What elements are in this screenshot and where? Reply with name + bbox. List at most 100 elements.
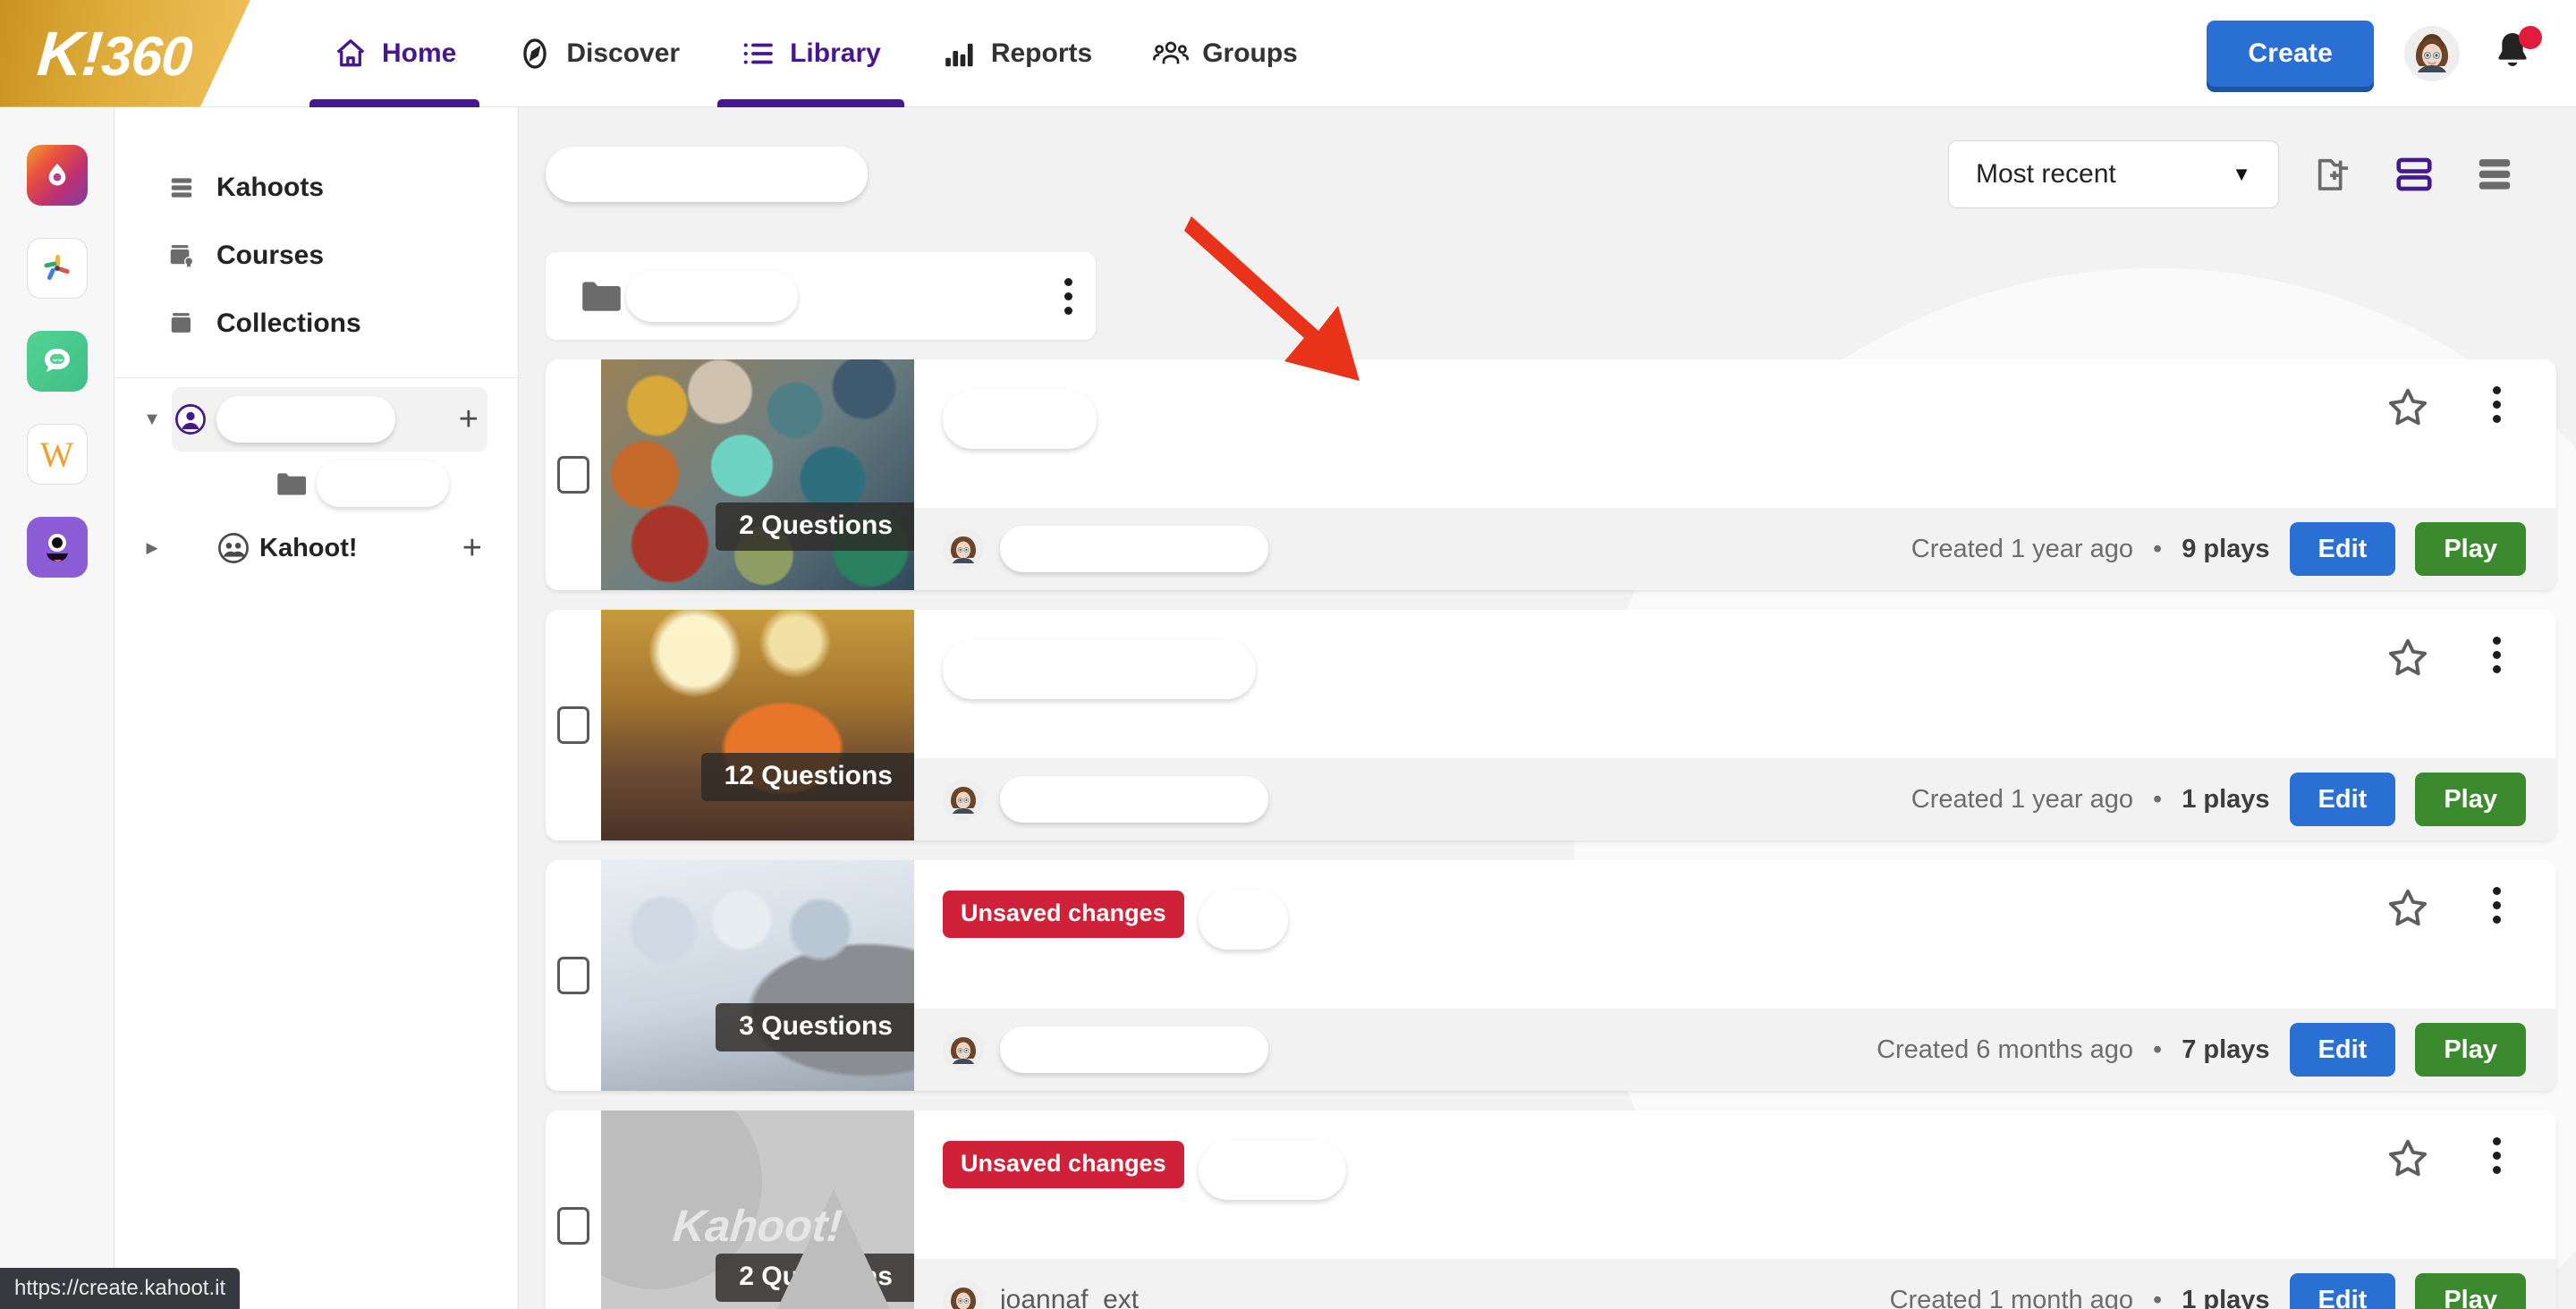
card-more-options-icon[interactable] [2493,887,2501,924]
kahoot-card-row[interactable]: 2 Questions Created 1 year ago • 9 plays… [546,359,2556,590]
sidebar-label-kahoots: Kahoots [216,173,324,202]
meta-separator: • [2153,1035,2163,1064]
sidebar-tree-item-personal[interactable]: + [172,387,487,452]
status-bar-url: https://create.kahoot.it [14,1276,226,1300]
nav-item-home[interactable]: Home [302,0,487,107]
edit-button[interactable]: Edit [2289,1023,2396,1077]
card-title-area: Unsaved changes [914,1111,2556,1259]
new-folder-icon[interactable] [2308,148,2360,200]
kahoot-placeholder-thumbnail: Kahoot! 2 Questions [601,1111,914,1309]
play-button[interactable]: Play [2415,1023,2526,1077]
created-date: Created 1 year ago [1911,534,2134,563]
edit-button[interactable]: Edit [2289,1273,2396,1309]
row-checkbox-cell [546,1111,601,1309]
folder-icon [580,279,621,313]
favorite-star-icon[interactable] [2385,635,2431,681]
search-input-redacted[interactable] [546,147,868,202]
card-author [943,776,1268,823]
nav-item-reports[interactable]: Reports [911,0,1123,107]
list-view-icon[interactable] [2469,148,2521,200]
favorite-star-icon[interactable] [2385,885,2431,932]
nav-item-discover[interactable]: Discover [487,0,710,107]
app-icon-chatbot[interactable] [26,331,88,392]
question-count-badge: 12 Questions [700,753,914,801]
chevron-right-icon[interactable] [136,539,168,557]
row-select-checkbox[interactable] [557,706,589,744]
paint-palette-thumbnail: 2 Questions [601,359,914,590]
card-footer: joannaf_ext Created 1 month ago • 1 play… [914,1259,2556,1309]
add-folder-personal-button[interactable]: + [459,402,479,436]
sidebar-item-collections[interactable]: Collections [114,290,518,358]
row-select-checkbox[interactable] [557,957,589,994]
app-icon-droplet[interactable] [26,145,88,206]
meta-separator: • [2153,1285,2163,1309]
card-more-options-icon[interactable] [2493,637,2501,673]
kahoot-360-logo[interactable]: K!360 [0,0,250,107]
play-count: 7 plays [2182,1035,2270,1064]
created-date: Created 1 month ago [1889,1285,2134,1309]
play-button[interactable]: Play [2415,773,2526,826]
card-more-options-icon[interactable] [2493,1137,2501,1174]
card-footer: Created 1 year ago • 9 plays Edit Play [914,508,2556,590]
chevron-down-icon[interactable] [136,410,168,430]
author-avatar [943,528,984,570]
app-icon-pinwheel[interactable] [26,238,88,299]
app-icon-monster[interactable] [26,517,88,578]
play-count: 1 plays [2182,784,2270,814]
card-title-area [914,359,2556,508]
play-button[interactable]: Play [2415,522,2526,576]
nav-item-library[interactable]: Library [710,0,911,107]
nav-label-discover: Discover [566,38,681,68]
stack-icon [166,173,197,203]
folder-card[interactable] [546,252,1096,340]
classroom-audience-thumbnail: 3 Questions [601,860,914,1091]
sidebar-tree-label-kahoot-org: Kahoot! [259,533,358,562]
card-more-options-icon[interactable] [2493,386,2501,423]
row-select-checkbox[interactable] [557,456,589,494]
kahoot-title-redacted [1198,891,1288,950]
user-avatar[interactable] [2404,25,2460,81]
row-select-checkbox[interactable] [557,1207,589,1245]
author-name-redacted [1000,776,1268,823]
question-count-badge: 2 Questions [716,1254,914,1302]
sort-dropdown[interactable]: Most recent ▼ [1948,140,2279,208]
nav-item-groups[interactable]: Groups [1123,0,1328,107]
brand-suffix: 360 [99,25,194,88]
author-avatar [943,1279,984,1309]
folder-more-options-icon[interactable] [1064,277,1072,315]
sidebar-item-courses[interactable]: Courses [114,222,518,290]
create-button[interactable]: Create [2207,20,2374,87]
card-title-area: Unsaved changes [914,860,2556,1009]
edit-button[interactable]: Edit [2289,522,2396,576]
author-name-redacted [1000,1026,1268,1073]
card-meta: Created 1 year ago • 9 plays Edit Play [1911,522,2526,576]
favorite-star-icon[interactable] [2385,1136,2431,1182]
card-meta: Created 1 year ago • 1 plays Edit Play [1911,773,2526,826]
card-body: Created 1 year ago • 1 plays Edit Play [914,610,2556,840]
edit-button[interactable]: Edit [2289,773,2396,826]
kahoot-card-row[interactable]: 3 Questions Unsaved changes Created 6 mo… [546,860,2556,1091]
app-icon-whiteboard[interactable]: W [26,424,88,485]
notifications-bell-icon[interactable] [2490,25,2542,80]
sidebar-divider [114,377,518,378]
bar-chart-icon [942,36,978,72]
folder-name-redacted [626,270,798,322]
favorite-star-icon[interactable] [2385,384,2431,431]
play-button[interactable]: Play [2415,1273,2526,1309]
author-avatar [943,1029,984,1070]
grid-view-icon[interactable] [2388,148,2440,200]
browser-status-bar: https://create.kahoot.it [0,1268,241,1309]
kahoot-title-redacted [943,390,1097,449]
kahoot-card-row[interactable]: 12 Questions Created 1 year ago • 1 play… [546,610,2556,840]
add-folder-org-button[interactable]: + [462,531,482,565]
question-count-badge: 2 Questions [716,502,914,551]
toolbar-right-controls: Most recent ▼ [1948,140,2521,208]
sidebar-tree-item-child-folder[interactable] [114,452,518,516]
sidebar-item-kahoots[interactable]: Kahoots [114,154,518,222]
compass-icon [517,36,553,72]
author-name: joannaf_ext [1000,1285,1140,1309]
play-count: 9 plays [2182,534,2270,563]
kahoot-card-row[interactable]: Kahoot! 2 Questions Unsaved changes joan… [546,1111,2556,1309]
sort-dropdown-value: Most recent [1976,159,2116,189]
sidebar-tree-item-kahoot-org[interactable]: Kahoot! + [114,516,518,580]
